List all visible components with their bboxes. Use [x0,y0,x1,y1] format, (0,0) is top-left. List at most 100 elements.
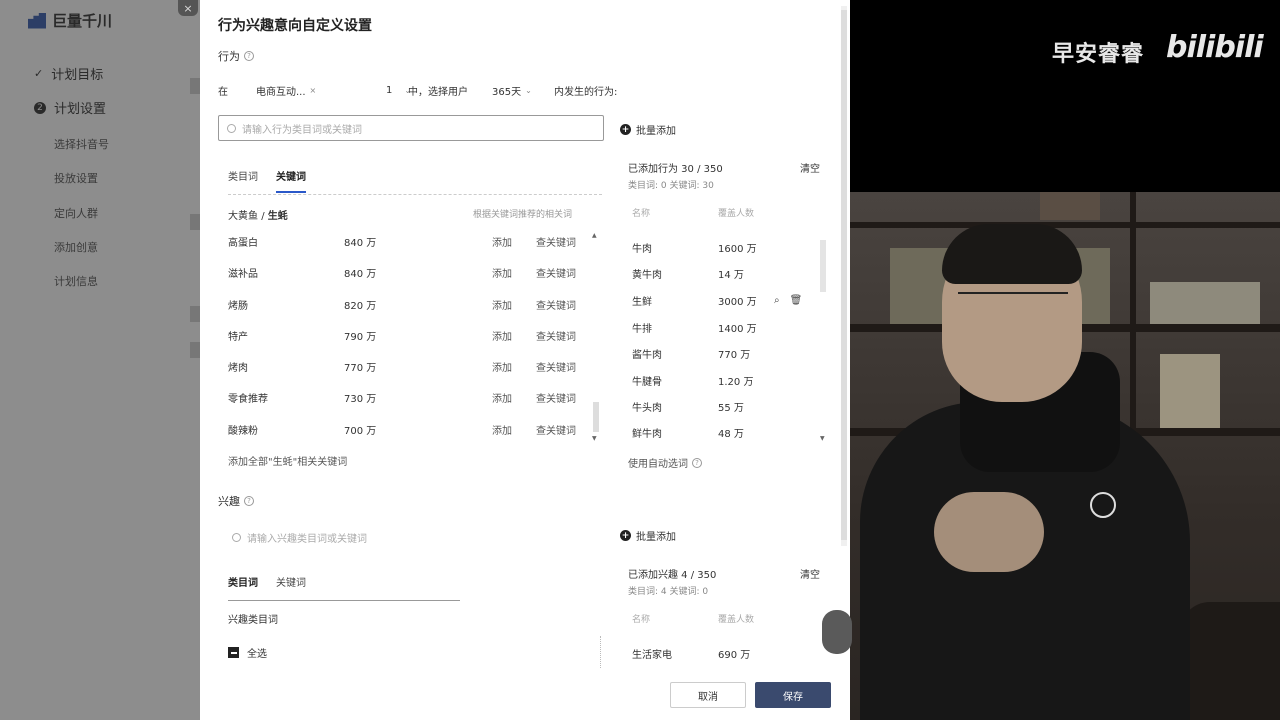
step-plan-goal[interactable]: ✓ 计划目标 [34,64,103,83]
help-icon[interactable]: ? [244,51,254,61]
step-plan-settings[interactable]: 2 计划设置 [34,98,106,117]
sidebar-item-plan-info[interactable]: 计划信息 [54,273,98,289]
search-icon [227,123,236,133]
period-select[interactable]: 365天 ⌄ [492,83,554,98]
added-word: 牛排 [632,323,652,335]
add-link[interactable]: 添加 [492,422,536,437]
screen: 巨量千川 ✓ 计划目标 2 计划设置 选择抖音号 投放设置 定向人群 添加创意 … [0,0,1280,720]
tab-keyword[interactable]: 关键词 [276,168,306,193]
auto-select-words[interactable]: 使用自动选词 ? [628,455,702,470]
tab-category[interactable]: 类目词 [228,168,258,193]
keyword-name: 零食推荐 [228,393,268,405]
help-icon[interactable]: ? [692,457,702,468]
auto-select-label: 使用自动选词 [628,459,688,470]
scroll-down-icon[interactable]: ▼ [592,435,597,442]
added-behavior-count: 已添加行为 30 / 350 [628,164,723,175]
logo-text: 巨量千川 [52,12,113,30]
interest-batch-add-button[interactable]: + 批量添加 [620,528,676,543]
breadcrumb-parent[interactable]: 大黄鱼 [228,211,258,222]
keyword-count: 700 万 [344,425,377,437]
search-icon[interactable]: ⌕ [774,295,780,306]
scene-select[interactable]: 电商互动... × [256,83,364,98]
add-link[interactable]: 添加 [492,328,536,343]
add-all-related-link[interactable]: 添加全部"生蚝"相关关键词 [228,453,347,468]
add-link[interactable]: 添加 [492,265,536,280]
behavior-batch-add-button[interactable]: + 批量添加 [620,122,676,137]
period-value: 365天 [492,86,522,98]
sidebar-item-douyin-account[interactable]: 选择抖音号 [54,136,109,152]
keyword-row: 高蛋白 840 万 添加 查关键词 [228,231,592,251]
breadcrumb-separator: / [261,211,265,222]
add-link[interactable]: 添加 [492,297,536,312]
scroll-down-icon[interactable]: ▼ [820,435,825,442]
interest-section-label: 兴趣 ? [218,493,254,509]
shelf-board [850,222,1280,228]
custom-settings-modal: 行为兴趣意向自定义设置 行为 ? 在 电商互动... × 1 ⌄ 中，选择用户 … [200,0,850,720]
sidebar-item-delivery[interactable]: 投放设置 [54,170,98,186]
trash-icon[interactable]: 🗑 [790,295,803,306]
streamer-name: 早安睿睿 [1052,42,1145,67]
clear-behavior-button[interactable]: 清空 [800,160,820,175]
days-count-value: 1 [386,84,393,96]
view-keywords-link[interactable]: 查关键词 [536,328,576,343]
bilibili-logo: bilibili [1166,30,1264,65]
batch-add-label: 批量添加 [636,532,676,543]
add-link[interactable]: 添加 [492,390,536,405]
breadcrumb-current: 生蚝 [267,211,288,222]
checkbox-indeterminate-icon [228,647,239,658]
tab-category[interactable]: 类目词 [228,574,258,597]
close-icon[interactable]: × [178,0,198,16]
scrollbar-thumb[interactable] [841,10,847,540]
view-keywords-link[interactable]: 查关键词 [536,297,576,312]
added-interest-breakdown: 类目词: 4 关键词: 0 [628,587,709,597]
view-keywords-link[interactable]: 查关键词 [536,359,576,374]
help-icon[interactable]: ? [244,496,254,506]
add-link[interactable]: 添加 [492,359,536,374]
sidebar-item-audience[interactable]: 定向人群 [54,205,98,221]
step-label: 计划目标 [51,68,104,83]
scrollbar-thumb[interactable] [593,402,599,432]
sidebar-edge [190,342,200,358]
interest-category-heading: 兴趣类目词 [228,615,278,626]
days-count-select[interactable]: 1 ⌄ [364,84,411,96]
added-interest-row: 生活家电 690 万 [632,644,832,662]
cond-in-text: 在 [218,86,228,98]
keyword-name: 烤肉 [228,362,248,374]
column-header[interactable]: 名称 [632,612,718,625]
close-icon[interactable]: × [310,86,317,95]
column-header[interactable]: 覆盖人数 [718,612,754,625]
keyword-name: 特产 [228,331,248,343]
added-list-scrollbar[interactable]: ▼ [820,236,828,442]
save-button[interactable]: 保存 [755,682,831,708]
added-behavior-row: 牛头肉 55 万 [632,397,832,415]
step-label: 计划设置 [54,102,107,117]
keyword-row: 烤肠 820 万 添加 查关键词 [228,294,592,314]
behavior-search-input[interactable]: 请输入行为类目词或关键词 [218,115,604,141]
sidebar: 巨量千川 ✓ 计划目标 2 计划设置 选择抖音号 投放设置 定向人群 添加创意 … [0,0,200,720]
added-count: 690 万 [718,649,751,661]
view-keywords-link[interactable]: 查关键词 [536,422,576,437]
added-behavior-row[interactable]: 生鲜 3000 万 ⌕ 🗑 [632,291,832,309]
select-all-checkbox[interactable]: 全选 [228,645,267,660]
keyword-row: 零食推荐 730 万 添加 查关键词 [228,387,592,407]
scrollbar-thumb[interactable] [820,240,826,292]
modal-title: 行为兴趣意向自定义设置 [218,18,372,34]
jacket-logo [1090,492,1116,518]
add-link[interactable]: 添加 [492,234,536,249]
modal-scrollbar[interactable] [841,6,847,546]
column-header[interactable]: 覆盖人数 [718,206,754,219]
added-count: 55 万 [718,402,744,414]
sidebar-item-creative[interactable]: 添加创意 [54,239,98,255]
view-keywords-link[interactable]: 查关键词 [536,234,576,249]
clear-interest-button[interactable]: 清空 [800,566,820,581]
keyword-list-scrollbar[interactable]: ▲ ▼ [592,232,600,442]
app-logo[interactable]: 巨量千川 [28,10,112,31]
view-keywords-link[interactable]: 查关键词 [536,265,576,280]
interest-search-input[interactable]: 请输入兴趣类目词或关键词 [224,524,594,550]
scroll-up-icon[interactable]: ▲ [592,232,597,239]
keyword-row: 烤肉 770 万 添加 查关键词 [228,356,592,376]
view-keywords-link[interactable]: 查关键词 [536,390,576,405]
tab-keyword[interactable]: 关键词 [276,574,306,597]
column-header[interactable]: 名称 [632,206,718,219]
cancel-button[interactable]: 取消 [670,682,746,708]
